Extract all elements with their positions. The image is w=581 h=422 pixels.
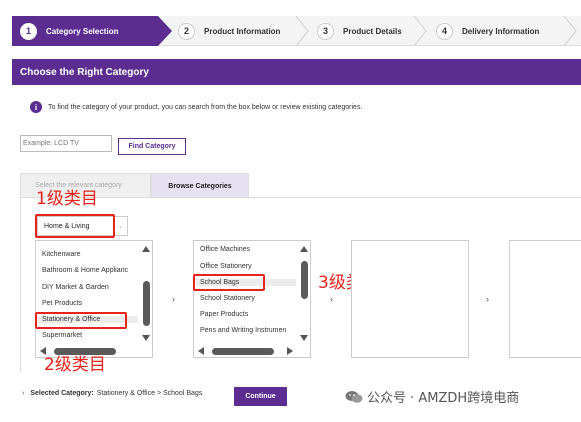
tab-browse-categories[interactable]: Browse Categories bbox=[151, 173, 249, 198]
scroll-down-icon[interactable] bbox=[300, 335, 308, 341]
selected-category-summary: › Selected Category: Stationery & Office… bbox=[22, 390, 202, 397]
watermark-text: 公众号 · AMZDH跨境电商 bbox=[367, 391, 520, 406]
highlight-box-level1 bbox=[35, 214, 115, 238]
list-item[interactable]: School Stationery bbox=[200, 295, 255, 302]
annotation-level1: 1级类目 bbox=[36, 189, 98, 209]
step-category-selection[interactable]: 1 Category Selection bbox=[12, 16, 158, 46]
level5-category-list[interactable] bbox=[509, 240, 581, 358]
selected-category-label: Selected Category: bbox=[30, 390, 94, 397]
list-item[interactable]: Office Machines bbox=[200, 246, 250, 253]
horizontal-scroll-thumb[interactable] bbox=[212, 348, 274, 355]
list-item[interactable]: Pens and Writing Instrumen bbox=[200, 327, 286, 334]
step-divider-icon bbox=[295, 16, 309, 46]
vertical-scroll-thumb[interactable] bbox=[143, 281, 150, 326]
step-number: 2 bbox=[178, 22, 195, 40]
stepper: 1 Category Selection 2 Product Informati… bbox=[12, 16, 581, 46]
list-item[interactable]: Pet Products bbox=[42, 300, 82, 307]
list-item[interactable]: DIY Market & Garden bbox=[42, 284, 109, 291]
scroll-up-icon[interactable] bbox=[300, 246, 308, 252]
section-header: Choose the Right Category bbox=[12, 59, 581, 85]
step-divider-icon bbox=[563, 16, 577, 46]
vertical-scroll-thumb[interactable] bbox=[301, 261, 308, 299]
selected-category-value: Stationery & Office > School Bags bbox=[96, 390, 203, 397]
wechat-icon bbox=[345, 390, 363, 403]
step-number: 3 bbox=[317, 22, 334, 40]
info-icon: i bbox=[30, 101, 42, 113]
step-label: Product Details bbox=[343, 26, 402, 36]
category-search-input[interactable] bbox=[20, 135, 112, 152]
chevron-right-icon: › bbox=[486, 294, 489, 304]
chevron-right-icon: › bbox=[330, 294, 333, 304]
step-number: 4 bbox=[436, 22, 453, 40]
step-product-information[interactable]: 2 Product Information bbox=[170, 16, 280, 46]
step-divider-icon bbox=[413, 16, 427, 46]
info-text: To find the category of your product, yo… bbox=[48, 103, 363, 111]
level2-category-list[interactable]: Kitchenware Bathroom & Home Applianc DIY… bbox=[35, 240, 153, 358]
scroll-right-icon[interactable] bbox=[287, 347, 293, 355]
scroll-up-icon[interactable] bbox=[142, 246, 150, 252]
step-label: Delivery Information bbox=[462, 26, 540, 36]
level3-category-list[interactable]: Office Machines Office Stationery School… bbox=[193, 240, 311, 358]
annotation-level2: 2级类目 bbox=[44, 355, 106, 375]
scroll-left-icon[interactable] bbox=[198, 347, 204, 355]
step-label: Category Selection bbox=[46, 26, 119, 36]
step-product-details[interactable]: 3 Product Details bbox=[309, 16, 402, 46]
step-label: Product Information bbox=[204, 26, 281, 36]
step-delivery-information[interactable]: 4 Delivery Information bbox=[428, 16, 539, 46]
continue-button[interactable]: Continue bbox=[234, 387, 287, 406]
chevron-right-icon[interactable]: › bbox=[22, 390, 24, 397]
step-number: 1 bbox=[20, 22, 37, 40]
chevron-right-icon: › bbox=[172, 294, 175, 304]
watermark: 公众号 · AMZDH跨境电商 bbox=[345, 387, 519, 406]
find-category-button[interactable]: Find Category bbox=[118, 138, 186, 155]
list-item[interactable]: Supermarket bbox=[42, 332, 82, 339]
list-item[interactable]: Office Stationery bbox=[200, 263, 252, 270]
scroll-down-icon[interactable] bbox=[142, 335, 150, 341]
level4-category-list[interactable] bbox=[351, 240, 469, 358]
list-item[interactable]: Paper Products bbox=[200, 311, 248, 318]
info-message: i To find the category of your product, … bbox=[30, 101, 362, 113]
chevron-down-icon[interactable]: ⌄ bbox=[114, 216, 128, 236]
highlight-box-level3 bbox=[193, 274, 265, 291]
list-item[interactable]: Kitchenware bbox=[42, 251, 81, 258]
highlight-box-level2 bbox=[35, 312, 127, 329]
list-item[interactable]: Bathroom & Home Applianc bbox=[42, 267, 128, 274]
